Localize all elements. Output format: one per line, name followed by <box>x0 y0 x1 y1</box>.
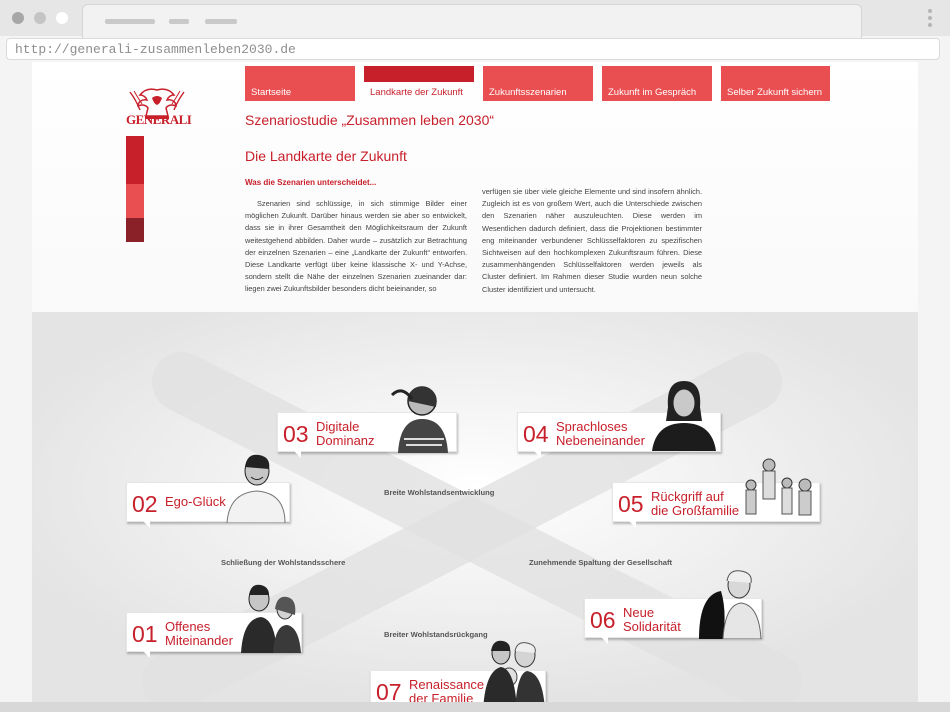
scenario-number: 04 <box>523 421 549 447</box>
nav-item-landkarte[interactable]: Landkarte der Zukunft <box>364 66 474 98</box>
scenario-label: Ego-Glück <box>165 494 226 509</box>
nav-item-zukunft-im-gespraech[interactable]: Zukunft im Gespräch <box>602 66 712 101</box>
nav-item-zukunftsszenarien[interactable]: Zukunftsszenarien <box>483 66 593 101</box>
axis-label-top: Breite Wohlstandsentwicklung <box>384 488 495 497</box>
scenario-family-portrait-icon <box>483 640 545 702</box>
generali-wordmark: GENERALI <box>126 112 192 127</box>
study-title: Szenariostudie „Zusammen leben 2030“ <box>245 112 495 128</box>
close-window-dot[interactable] <box>12 12 24 24</box>
nav-item-label: Zukunftsszenarien <box>489 87 567 98</box>
scenario-number: 03 <box>283 421 309 447</box>
scenario-portrait-icon <box>226 454 286 523</box>
bottom-edge <box>0 702 950 712</box>
scenario-label: Rückgriff auf die Großfamilie <box>651 489 740 518</box>
nav-item-label: Landkarte der Zukunft <box>370 87 463 98</box>
axis-label-left: Schließung der Wohlstandsschere <box>221 558 346 567</box>
page-title: Die Landkarte der Zukunft <box>245 148 407 164</box>
axis-label-bottom: Breiter Wohlstandsrückgang <box>384 630 488 639</box>
scenario-label: Sprachloses Nebeneinander <box>556 419 645 448</box>
scenario-card-04[interactable]: 04 Sprachloses Nebeneinander <box>517 381 721 458</box>
nav-item-startseite[interactable]: Startseite <box>245 66 355 101</box>
side-color-block-light <box>126 184 144 218</box>
minimize-window-dot[interactable] <box>34 12 46 24</box>
scenario-number: 01 <box>132 621 158 647</box>
scenario-number: 07 <box>376 679 402 702</box>
future-map-diagram: Breite Wohlstandsentwicklung Schließung … <box>32 312 918 702</box>
browser-titlebar <box>0 0 950 40</box>
scenario-portrait-icon <box>652 381 716 451</box>
scenario-group-portrait-icon <box>745 458 812 516</box>
scenario-portrait-icon <box>699 570 762 639</box>
scenario-card-01[interactable]: 01 Offenes Miteinander <box>126 584 302 658</box>
scenario-card-03[interactable]: 03 Digitale Dominanz <box>277 386 457 458</box>
nav-item-label: Startseite <box>251 87 292 98</box>
scenario-card-07[interactable]: 07 Renaissance der Familie <box>370 640 546 703</box>
maximize-window-dot[interactable] <box>56 12 68 24</box>
scenario-card-05[interactable]: 05 Rückgriff auf die Großfamilie <box>612 458 820 528</box>
scenario-couple-portrait-icon <box>241 584 301 653</box>
scenario-label: Digitale Dominanz <box>316 419 375 448</box>
nav-item-label: Selber Zukunft sichern <box>727 87 823 98</box>
scenario-number: 02 <box>132 491 158 517</box>
side-color-block-dark <box>126 218 144 242</box>
browser-window: http://generali-zusammenleben2030.de GEN… <box>0 0 950 712</box>
scenario-card-02[interactable]: 02 Ego-Glück <box>126 454 290 528</box>
nav-item-selber-zukunft-sichern[interactable]: Selber Zukunft sichern <box>721 66 830 101</box>
scenario-number: 06 <box>590 607 616 633</box>
url-text: http://generali-zusammenleben2030.de <box>15 42 296 57</box>
scenario-label: Offenes Miteinander <box>165 619 233 648</box>
scenario-portrait-icon <box>390 386 448 453</box>
scenario-label: Renaissance der Familie <box>409 677 485 703</box>
side-color-block-red <box>126 136 144 184</box>
scenario-number: 05 <box>618 491 644 517</box>
body-text-column-2: verfügen sie über viele gleiche Elemente… <box>482 187 702 294</box>
browser-menu-icon[interactable] <box>926 9 934 30</box>
address-bar[interactable]: http://generali-zusammenleben2030.de <box>6 38 940 60</box>
axis-label-right: Zunehmende Spaltung der Gesellschaft <box>529 558 673 567</box>
scenario-card-06[interactable]: 06 Neue Solidarität <box>584 570 762 644</box>
body-text-column-1: Szenarien sind schlüssige, in sich stimm… <box>245 199 467 294</box>
browser-tab[interactable] <box>82 4 862 40</box>
web-page: GENERALI Startseite Landkarte der Zukunf… <box>32 62 918 702</box>
nav-item-label: Zukunft im Gespräch <box>608 87 697 98</box>
scenario-label: Neue Solidarität <box>623 605 681 634</box>
section-title: Was die Szenarien unterscheidet... <box>245 178 377 187</box>
